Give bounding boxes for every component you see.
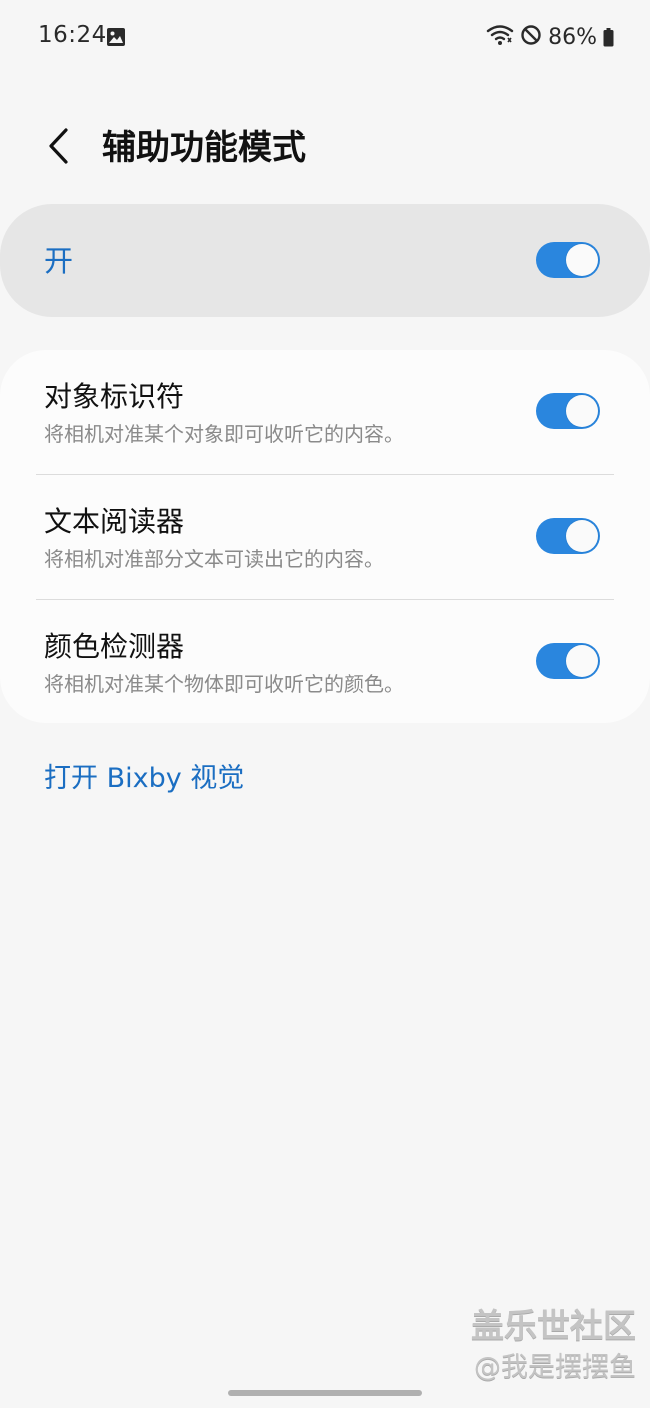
feature-description: 将相机对准部分文本可读出它的内容。 xyxy=(44,547,384,571)
feature-title: 对象标识符 xyxy=(44,380,185,413)
watermark-title: 盖乐世社区 xyxy=(471,1306,636,1345)
toggle-knob xyxy=(566,520,598,552)
feature-row-text-reader[interactable]: 文本阅读器 将相机对准部分文本可读出它的内容。 xyxy=(0,475,650,599)
feature-row-object-identifier[interactable]: 对象标识符 将相机对准某个对象即可收听它的内容。 xyxy=(0,350,650,474)
chevron-left-icon xyxy=(46,127,70,169)
wifi-icon xyxy=(486,24,514,50)
master-toggle[interactable] xyxy=(536,242,600,278)
text-reader-toggle[interactable] xyxy=(536,518,600,554)
status-indicators: 86% xyxy=(486,22,614,52)
open-bixby-vision-link[interactable]: 打开 Bixby 视觉 xyxy=(44,760,244,798)
object-identifier-toggle[interactable] xyxy=(536,393,600,429)
gesture-navigation-handle[interactable] xyxy=(228,1390,422,1396)
battery-percent: 86% xyxy=(548,24,597,50)
back-button[interactable] xyxy=(34,124,82,172)
master-switch-label: 开 xyxy=(44,244,74,278)
do-not-disturb-icon xyxy=(520,24,542,50)
feature-description: 将相机对准某个物体即可收听它的颜色。 xyxy=(44,672,404,696)
features-list: 对象标识符 将相机对准某个对象即可收听它的内容。 文本阅读器 将相机对准部分文本… xyxy=(0,350,650,723)
feature-title: 文本阅读器 xyxy=(44,505,185,538)
master-switch-bar[interactable]: 开 xyxy=(0,204,650,317)
color-detector-toggle[interactable] xyxy=(536,643,600,679)
status-bar: 16:24 86% xyxy=(0,0,650,76)
toggle-knob xyxy=(566,244,598,276)
watermark-author: @我是摆摆鱼 xyxy=(474,1352,636,1383)
feature-row-color-detector[interactable]: 颜色检测器 将相机对准某个物体即可收听它的颜色。 xyxy=(0,600,650,724)
status-time: 16:24 xyxy=(38,22,107,48)
feature-title: 颜色检测器 xyxy=(44,630,185,663)
feature-description: 将相机对准某个对象即可收听它的内容。 xyxy=(44,422,404,446)
page-header: 辅助功能模式 xyxy=(0,110,650,186)
toggle-knob xyxy=(566,645,598,677)
gallery-icon xyxy=(106,27,126,47)
battery-icon xyxy=(603,27,614,47)
watermark: 盖乐世社区 @我是摆摆鱼 xyxy=(471,1304,636,1388)
page-title: 辅助功能模式 xyxy=(102,128,306,168)
toggle-knob xyxy=(566,395,598,427)
